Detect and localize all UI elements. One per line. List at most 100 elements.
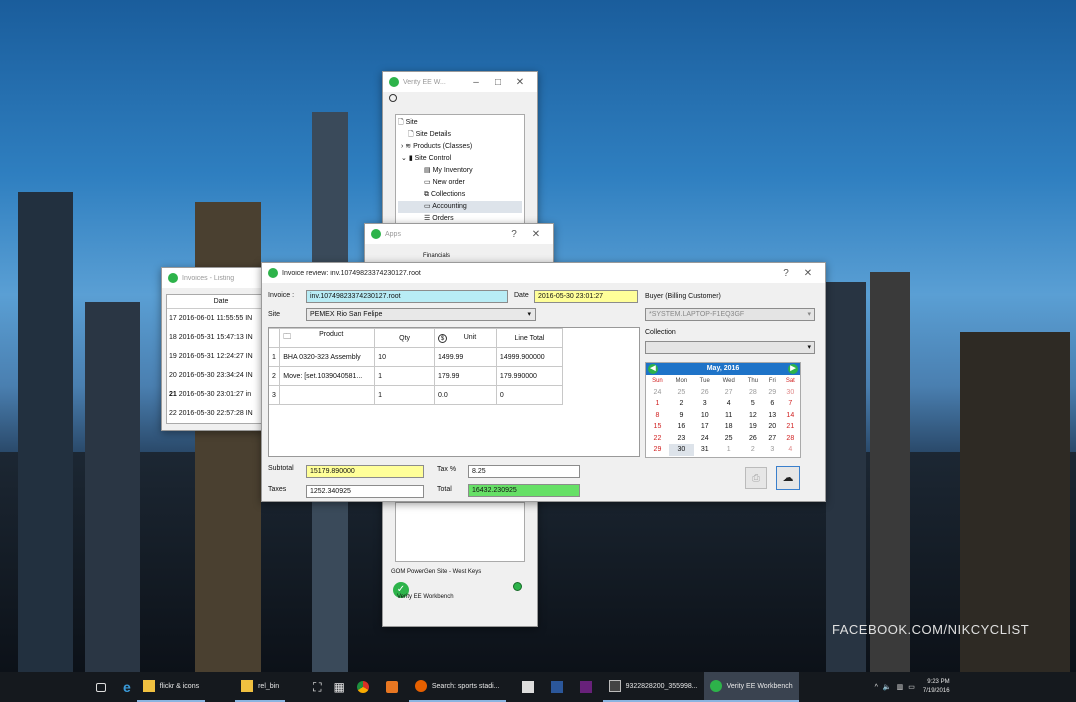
product-cell[interactable] — [279, 385, 376, 405]
network-icon[interactable]: ▥ — [897, 683, 904, 691]
calendar-day[interactable]: 7 — [781, 398, 800, 410]
tree-item-site-control[interactable]: ⌄ ▮ Site Control — [398, 153, 522, 165]
close-icon[interactable]: ✕ — [509, 77, 531, 88]
visual-studio-button[interactable] — [574, 672, 603, 702]
tree-item-my-inventory[interactable]: ▤ My Inventory — [398, 165, 522, 177]
taskbar-item-rel-bin[interactable]: rel_bin — [235, 672, 286, 702]
buyer-select[interactable]: *SYSTEM.LAPTOP-F1EQ3GF ▾ — [645, 308, 815, 321]
site-select[interactable]: PEMEX Rio San Felipe ▾ — [306, 308, 536, 321]
chrome-button[interactable] — [351, 672, 380, 702]
calendar-day[interactable]: 6 — [764, 398, 781, 410]
calendar-day[interactable]: 2 — [742, 444, 764, 456]
task-view-button[interactable] — [90, 672, 117, 702]
calendar-day[interactable]: 5 — [742, 398, 764, 410]
product-column-header[interactable]: 🗀 Product — [279, 328, 376, 348]
qty-cell[interactable]: 10 — [374, 347, 436, 367]
calendar-day[interactable]: 18 — [716, 421, 742, 433]
table-row[interactable]: 19 2016-05-31 12:24:27 IN — [167, 347, 264, 366]
tree-item-collections[interactable]: ⧉ Collections — [398, 189, 522, 201]
calculator-button[interactable]: ▦ — [328, 672, 351, 702]
calendar-day[interactable]: 26 — [694, 387, 716, 399]
calendar-day[interactable]: 21 — [781, 421, 800, 433]
dropdown-arrow-icon[interactable]: ▾ — [527, 309, 531, 320]
tree-item-products[interactable]: › ≋ Products (Classes) — [398, 141, 522, 153]
line-total-column-header[interactable]: Line Total — [495, 328, 564, 348]
verity-titlebar[interactable]: Verity EE W... – □ ✕ — [383, 72, 537, 92]
chevron-down-icon[interactable]: ⌄ — [401, 155, 409, 162]
calendar-day[interactable]: 12 — [742, 410, 764, 422]
minimize-icon[interactable]: – — [465, 77, 487, 88]
calendar-day[interactable]: 28 — [742, 387, 764, 399]
calendar-day[interactable]: 15 — [646, 421, 669, 433]
table-row[interactable]: 1 BHA 0320-323 Assembly 10 1499.99 14999… — [269, 347, 564, 367]
calendar-day[interactable]: 27 — [716, 387, 742, 399]
calendar-day[interactable]: 24 — [646, 387, 669, 399]
unit-column-header[interactable]: $ Unit — [434, 328, 497, 348]
tree-item-site-details[interactable]: 🗋 Site Details — [398, 129, 522, 141]
calendar-day-selected[interactable]: 30 — [668, 444, 694, 456]
cloud-button[interactable]: ☁ — [776, 466, 800, 490]
calendar-day[interactable]: 2 — [669, 398, 694, 410]
dropdown-arrow-icon[interactable]: ▾ — [807, 309, 811, 320]
dropdown-arrow-icon[interactable]: ▾ — [807, 342, 811, 353]
calendar-day[interactable]: 29 — [764, 387, 781, 399]
calendar-day[interactable]: 4 — [716, 398, 742, 410]
table-row[interactable]: 18 2016-05-31 15:47:13 IN — [167, 328, 264, 347]
calendar-day[interactable]: 25 — [716, 433, 742, 445]
taskbar-item-photo[interactable]: 9322828200_355998... — [602, 672, 704, 702]
calendar-day[interactable]: 29 — [646, 444, 669, 456]
tree-item-accounting[interactable]: ▭ Accounting — [398, 201, 522, 213]
prev-month-icon[interactable]: ◀ — [648, 364, 658, 374]
table-row-selected[interactable]: 21 2016-05-30 23:01:27 in — [167, 385, 264, 404]
date-field[interactable]: 2016-05-30 23:01:27 — [534, 290, 638, 303]
taskbar-item-verity[interactable]: Verity EE Workbench — [703, 672, 799, 702]
calendar-day[interactable]: 27 — [764, 433, 781, 445]
tree-item-site[interactable]: 🗋 Site — [398, 117, 522, 129]
power-icon[interactable] — [389, 94, 397, 102]
volume-icon[interactable]: 🔈 — [883, 683, 892, 691]
word-button[interactable] — [545, 672, 574, 702]
apps-titlebar[interactable]: Apps ? ✕ — [365, 224, 553, 244]
qty-column-header[interactable]: Qty — [374, 328, 436, 348]
app-button[interactable] — [516, 672, 545, 702]
table-row[interactable]: 22 2016-05-30 22:57:28 IN — [167, 404, 264, 423]
product-cell[interactable]: BHA 0320-323 Assembly — [279, 347, 376, 367]
calendar-day[interactable]: 14 — [781, 410, 800, 422]
calendar-day[interactable]: 28 — [781, 433, 800, 445]
calendar-day[interactable]: 1 — [646, 398, 669, 410]
product-cell[interactable]: Move: [set.1039040581... — [279, 366, 376, 386]
table-row[interactable]: 2 Move: [set.1039040581... 1 179.99 179.… — [269, 366, 564, 386]
calendar-day[interactable]: 26 — [742, 433, 764, 445]
calendar-day[interactable]: 23 — [669, 433, 694, 445]
calendar-day[interactable]: 17 — [694, 421, 716, 433]
calendar-day[interactable]: 4 — [781, 444, 800, 456]
calendar-day[interactable]: 22 — [646, 433, 669, 445]
listing-titlebar[interactable]: Invoices - Listing — [162, 268, 264, 288]
calendar-day[interactable]: 3 — [764, 444, 781, 456]
store-button[interactable]: ⛶ — [307, 672, 327, 702]
media-button[interactable] — [380, 672, 409, 702]
collection-select[interactable]: ▾ — [645, 341, 815, 354]
maximize-icon[interactable]: □ — [487, 77, 509, 88]
calendar-day[interactable]: 31 — [694, 444, 716, 456]
close-icon[interactable]: ✕ — [525, 229, 547, 240]
tree-item-new-order[interactable]: ▭ New order — [398, 177, 522, 189]
unit-cell[interactable]: 1499.99 — [434, 347, 497, 367]
notification-icon[interactable]: ▭ — [908, 683, 915, 691]
calendar-day[interactable]: 24 — [694, 433, 716, 445]
close-button[interactable]: ✕ — [797, 268, 819, 279]
calendar-day[interactable]: 1 — [716, 444, 742, 456]
tax-pct-field[interactable]: 8.25 — [468, 465, 580, 478]
calendar-day[interactable]: 30 — [781, 387, 800, 399]
listing-column-header[interactable]: Date — [167, 295, 264, 309]
calendar-day[interactable]: 19 — [742, 421, 764, 433]
invoice-titlebar[interactable]: Invoice review: inv.10749823374230127.ro… — [262, 263, 825, 283]
calendar-day[interactable]: 16 — [669, 421, 694, 433]
help-icon[interactable]: ? — [503, 229, 525, 240]
unit-cell[interactable]: 0.0 — [434, 385, 497, 405]
edge-button[interactable]: e — [117, 672, 137, 702]
taskbar-item-search[interactable]: Search: sports stadi... — [408, 672, 506, 702]
invoice-field[interactable]: inv.10749823374230127.root — [306, 290, 508, 303]
calendar-day[interactable]: 10 — [694, 410, 716, 422]
calendar-day[interactable]: 25 — [669, 387, 694, 399]
